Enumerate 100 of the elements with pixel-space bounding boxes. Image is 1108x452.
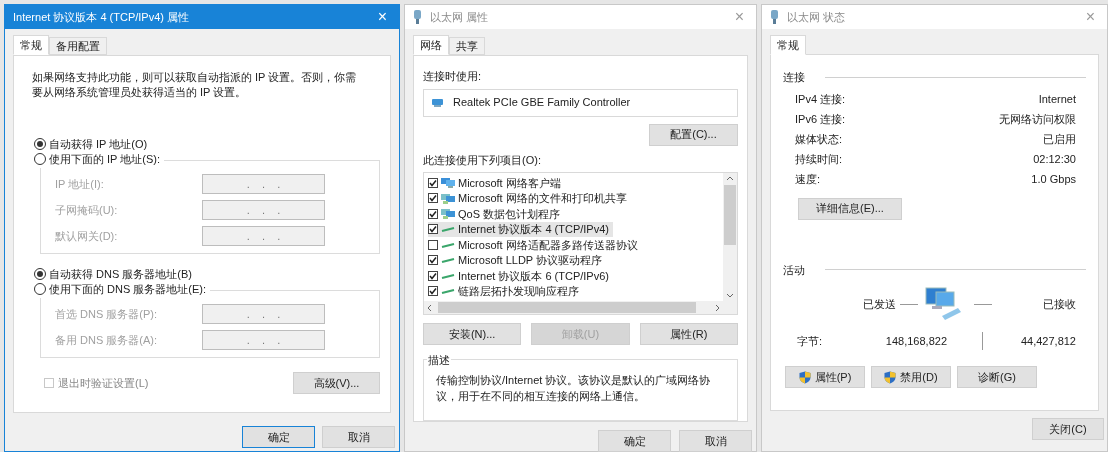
checkbox[interactable]	[428, 224, 438, 235]
network-plug-icon	[770, 10, 779, 24]
checkbox[interactable]	[428, 270, 438, 281]
button[interactable]: 配置(C)...	[649, 123, 738, 146]
scrollbar-thumb[interactable]	[724, 185, 736, 245]
item-label: 链路层拓扑发现响应程序	[458, 284, 579, 299]
shield-icon	[884, 370, 897, 384]
network-card-icon	[432, 98, 443, 107]
adapter-name: Realtek PCIe GBE Family Controller	[453, 95, 631, 111]
sent-label: 已发送	[863, 296, 896, 312]
button[interactable]: 高级(V)...	[293, 372, 380, 394]
network-plug-icon	[413, 10, 422, 24]
row-value: 已启用	[1043, 132, 1076, 148]
radio-button[interactable]	[34, 268, 46, 280]
list-item[interactable]: Microsoft 网络适配器多路传送器协议	[428, 237, 642, 253]
tab[interactable]: 常规	[770, 35, 806, 55]
field-label: 首选 DNS 服务器(P):	[55, 306, 158, 322]
row-value: 02:12:30	[1033, 152, 1076, 168]
monitor-icon	[441, 208, 455, 220]
monitor-icon	[441, 192, 455, 204]
button[interactable]: 详细信息(E)...	[798, 197, 902, 220]
button[interactable]: 安装(N)...	[423, 323, 522, 345]
connector-icon	[441, 226, 455, 233]
list-item[interactable]: Microsoft 网络客户端	[428, 175, 565, 191]
radio-label: 自动获得 IP 地址(O)	[49, 136, 148, 152]
list-item[interactable]: 链路层拓扑发现响应程序	[428, 283, 583, 299]
item-label: Microsoft 网络适配器多路传送器协议	[458, 237, 638, 253]
checkbox[interactable]	[428, 286, 438, 297]
row-label: IPv4 连接:	[795, 92, 846, 108]
radio-label: 使用下面的 DNS 服务器地址(E):	[49, 282, 207, 297]
row-value: 无网络访问权限	[999, 112, 1076, 128]
connector-icon	[441, 272, 455, 279]
intro-text: 如果网络支持此功能，则可以获取自动指派的 IP 设置。否则，你需要从网络系统管理员处获得适当的 IP 设置。	[32, 70, 358, 100]
checkbox[interactable]	[428, 177, 438, 188]
checkbox[interactable]	[428, 193, 438, 204]
list-item[interactable]: Microsoft 网络的文件和打印机共享	[428, 190, 631, 206]
row-label: 媒体状态:	[795, 132, 843, 148]
list-item[interactable]: Microsoft LLDP 协议驱动程序	[428, 252, 607, 268]
list-item[interactable]: QoS 数据包计划程序	[428, 206, 565, 222]
tab[interactable]: 共享	[449, 37, 485, 55]
radio-button[interactable]	[34, 153, 46, 166]
radio-label: 自动获得 DNS 服务器地址(B)	[49, 266, 192, 282]
list-item[interactable]: Internet 协议版本 6 (TCP/IPv6)	[428, 268, 613, 284]
window-title: 以太网 属性	[430, 9, 490, 25]
connector-icon	[441, 241, 455, 248]
checkbox[interactable]	[428, 239, 438, 250]
item-label: QoS 数据包计划程序	[458, 206, 561, 222]
radio-button[interactable]	[34, 138, 46, 150]
button[interactable]: 属性(R)	[639, 323, 738, 345]
radio-label: 使用下面的 IP 地址(S):	[49, 152, 161, 167]
window-title: 以太网 状态	[787, 9, 847, 25]
row-label: 持续时间:	[795, 152, 843, 168]
field-label: 默认网关(D):	[55, 228, 118, 244]
row-value: 1.0 Gbps	[1031, 172, 1076, 188]
tab[interactable]: 网络	[413, 35, 449, 55]
description-text: 传输控制协议/Internet 协议。该协议是默认的广域网络协议，用于在不同的相互连接的网络上通信。	[436, 373, 712, 404]
section-heading: 活动	[783, 262, 805, 278]
button[interactable]: 禁用(D)	[871, 366, 951, 388]
scrollbar-thumb[interactable]	[438, 302, 696, 313]
radio-button[interactable]	[34, 283, 46, 296]
network-computers-drawing	[924, 286, 964, 322]
button[interactable]: 诊断(G)	[957, 366, 1037, 388]
button[interactable]: 关闭(C)	[1032, 418, 1104, 440]
item-label: Microsoft 网络客户端	[458, 175, 561, 191]
close-button[interactable]: ×	[373, 9, 391, 25]
shield-icon	[798, 370, 811, 384]
field-label: IP 地址(I):	[55, 176, 104, 192]
button[interactable]: 确定	[598, 430, 671, 452]
item-label: Microsoft 网络的文件和打印机共享	[458, 191, 627, 206]
bytes-sent: 148,168,822	[884, 333, 947, 349]
section-label: 连接时使用:	[423, 69, 483, 84]
button[interactable]: 属性(P)	[785, 366, 865, 388]
list-item[interactable]: Internet 协议版本 4 (TCP/IPv4)	[428, 221, 613, 237]
item-label: Internet 协议版本 6 (TCP/IPv6)	[458, 268, 609, 284]
bytes-label: 字节:	[797, 333, 824, 349]
item-label: Internet 协议版本 4 (TCP/IPv4)	[458, 222, 609, 237]
item-label: Microsoft LLDP 协议驱动程序	[458, 253, 603, 268]
monitor-icon	[441, 177, 455, 189]
checkbox-label: 退出时验证设置(L)	[58, 375, 149, 391]
window-title: Internet 协议版本 4 (TCP/IPv4) 属性	[13, 9, 191, 25]
tab[interactable]: 备用配置	[49, 37, 107, 55]
tab[interactable]: 常规	[13, 35, 49, 55]
row-label: 速度:	[795, 172, 821, 188]
field-label: 备用 DNS 服务器(A):	[55, 332, 158, 348]
button[interactable]: 取消	[322, 426, 395, 448]
row-label: IPv6 连接:	[795, 112, 846, 128]
field-label: 子网掩码(U):	[55, 202, 118, 218]
button[interactable]: 确定	[242, 426, 315, 448]
connector-icon	[441, 257, 455, 264]
connector-icon	[441, 288, 455, 295]
section-label: 此连接使用下列项目(O):	[423, 152, 542, 168]
button[interactable]: 取消	[679, 430, 752, 452]
row-value: Internet	[1038, 92, 1076, 108]
section-heading: 连接	[783, 70, 805, 85]
group-title: 描述	[427, 352, 451, 369]
vertical-scrollbar[interactable]	[723, 173, 737, 301]
horizontal-scrollbar[interactable]	[424, 301, 737, 314]
checkbox[interactable]	[428, 208, 438, 219]
checkbox[interactable]	[428, 255, 438, 266]
received-label: 已接收	[1043, 296, 1076, 312]
